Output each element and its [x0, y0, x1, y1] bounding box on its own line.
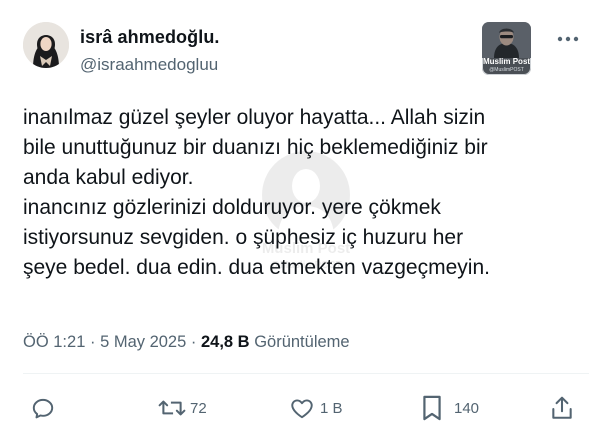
heart-icon: [291, 399, 313, 419]
tweet-text-line: istiyorsunuz sevgiden. o şüphesiz iç huz…: [23, 226, 464, 249]
more-dots-icon: [557, 36, 579, 42]
badge-subtitle: @MuslimPOST: [489, 67, 524, 73]
reply-button[interactable]: [30, 390, 56, 426]
retweet-count: 72: [190, 399, 207, 417]
bookmark-button[interactable]: 140: [420, 390, 479, 426]
badge-portrait-image: [482, 22, 531, 58]
like-button[interactable]: 1 B: [288, 390, 343, 426]
like-count: 1 B: [320, 399, 343, 417]
tweet-text-line: inancınız gözlerinizi dolduruyor. yere ç…: [23, 196, 441, 219]
more-options-button[interactable]: [553, 28, 583, 50]
author-display-name[interactable]: isrâ ahmedoğlu.: [80, 27, 220, 48]
tweet-meta: ÖÖ 1:21 · 5 May 2025 · 24,8 B Görüntülem…: [23, 333, 350, 352]
tweet-date[interactable]: 5 May 2025: [100, 333, 186, 351]
views-count: 24,8 B: [200, 333, 250, 351]
badge-title: Muslim Post: [482, 57, 531, 66]
share-icon: [552, 396, 572, 419]
divider: [23, 373, 589, 374]
tweet-card: isrâ ahmedoğlu. @israahmedogluu Muslim P…: [0, 0, 609, 438]
bookmark-count: 140: [454, 399, 480, 417]
meta-separator: ·: [190, 333, 197, 351]
views-label: Görüntüleme: [254, 333, 350, 351]
meta-separator: ·: [89, 333, 96, 351]
affiliate-badge[interactable]: Muslim Post @MuslimPOST: [482, 22, 531, 75]
author-handle[interactable]: @israahmedogluu: [80, 55, 218, 75]
tweet-text-line: şeye bedel. dua edin. dua etmekten vazge…: [23, 256, 490, 279]
avatar-image: [23, 22, 69, 68]
retweet-button[interactable]: 72: [158, 390, 207, 426]
tweet-text-line: inanılmaz güzel şeyler oluyor hayatta...…: [23, 106, 486, 129]
tweet-text-line: anda kabul ediyor.: [23, 166, 194, 189]
retweet-icon: [158, 400, 186, 416]
tweet-text-line: bile unuttuğunuz bir duanızı hiç bekleme…: [23, 136, 488, 159]
reply-icon: [32, 398, 54, 419]
share-button[interactable]: [550, 390, 574, 426]
tweet-time[interactable]: ÖÖ 1:21: [23, 333, 85, 351]
bookmark-icon: [423, 395, 441, 421]
author-avatar[interactable]: [23, 22, 69, 68]
tweet-text: inanılmaz güzel şeyler oluyor hayatta...…: [23, 103, 593, 283]
